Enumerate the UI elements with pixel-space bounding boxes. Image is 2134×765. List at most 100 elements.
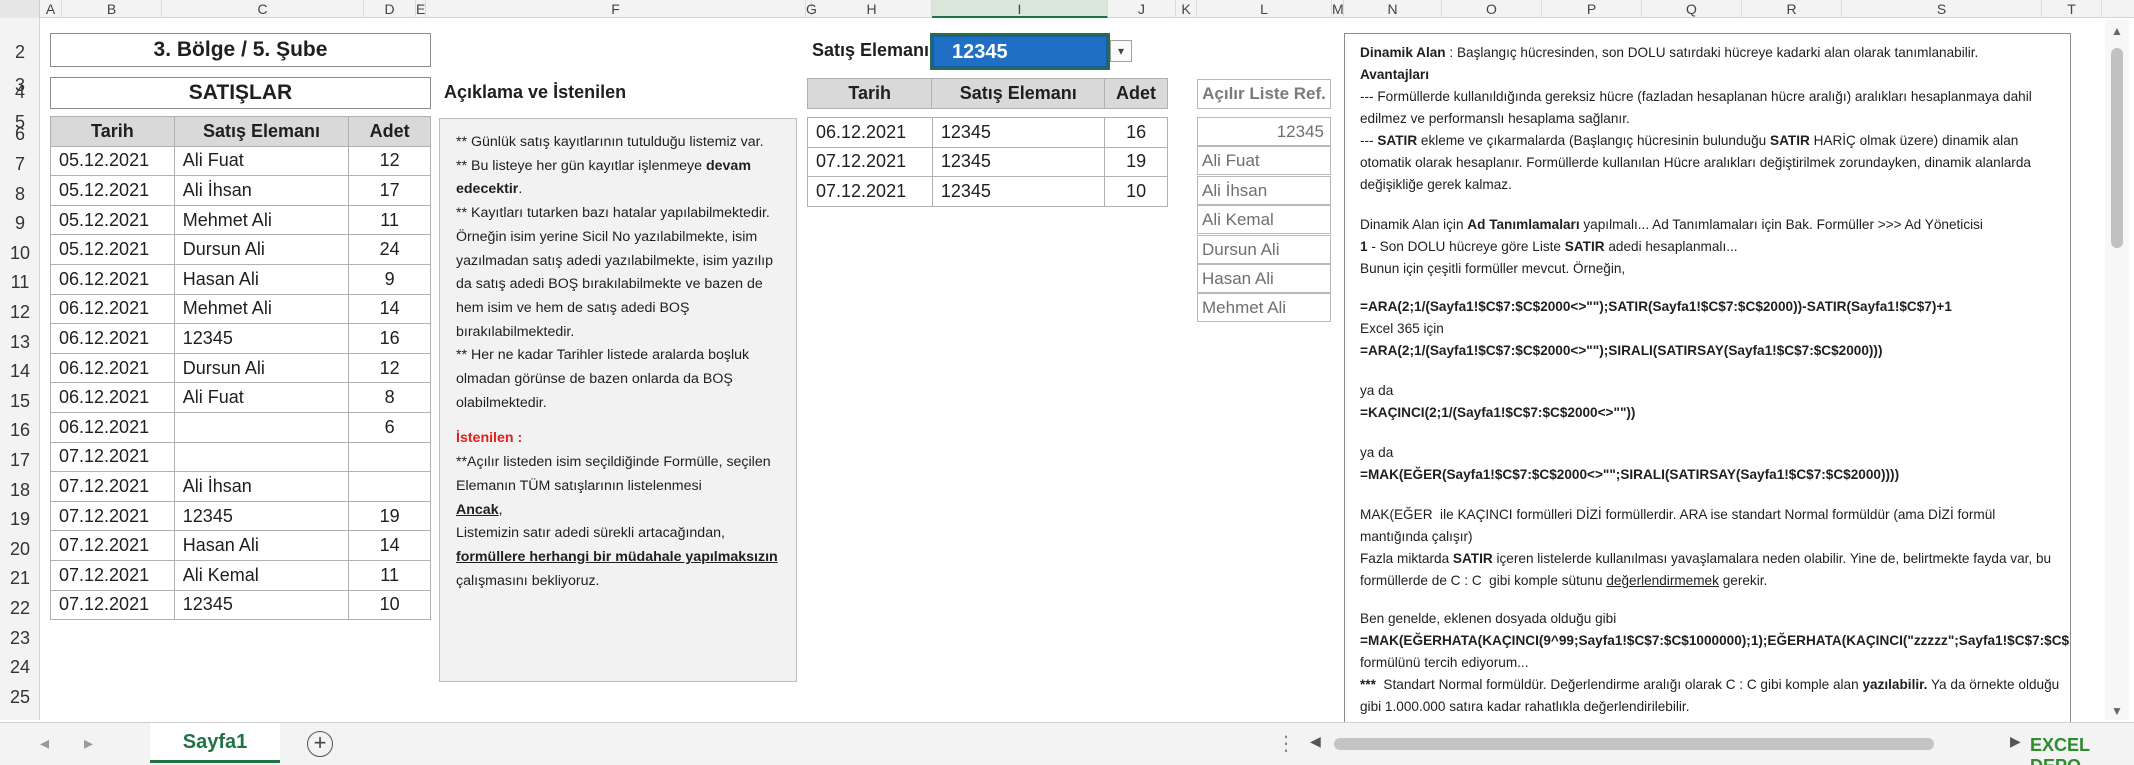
column-header-p[interactable]: P [1542,0,1642,18]
more-options-icon[interactable]: ⋮ [1276,731,1296,756]
list-ref-item[interactable]: Mehmet Ali [1197,293,1331,323]
date-cell[interactable]: 07.12.2021 [50,530,175,561]
column-header-i[interactable]: I [932,0,1108,18]
column-header-a[interactable]: A [40,0,62,18]
row-header-19[interactable]: 19 [0,509,40,530]
date-cell[interactable]: 07.12.2021 [50,500,175,532]
row-header-22[interactable]: 22 [0,598,40,619]
column-header-o[interactable]: O [1442,0,1542,18]
sheet-tab-sayfa1[interactable]: Sayfa1 [150,723,280,763]
dynamic-range-info-box[interactable]: Dinamik Alan : Başlangıç hücresinden, so… [1344,33,2071,723]
quantity-cell[interactable]: 11 [348,204,431,236]
row-header-10[interactable]: 10 [0,243,40,264]
row-header-18[interactable]: 18 [0,480,40,501]
column-header-m[interactable]: M [1332,0,1344,18]
column-header-e[interactable]: E [416,0,426,18]
salesman-cell[interactable]: Ali İhsan [173,471,350,502]
salesman-cell[interactable]: Mehmet Ali [173,204,350,236]
quantity-cell[interactable]: 6 [348,411,431,443]
prev-sheet-icon[interactable]: ◂ [40,733,49,754]
date-cell[interactable]: 05.12.2021 [50,145,175,177]
scroll-up-icon[interactable]: ▲ [2111,24,2123,38]
scroll-down-icon[interactable]: ▼ [2111,704,2123,718]
column-header-d[interactable]: D [364,0,416,18]
date-cell[interactable]: 06.12.2021 [50,411,175,443]
quantity-cell[interactable]: 12 [348,352,431,384]
salesman-cell[interactable]: Ali Kemal [173,559,350,591]
date-cell[interactable]: 05.12.2021 [50,204,175,236]
result-quantity-cell[interactable]: 10 [1104,176,1168,207]
row-header-25[interactable]: 25 [0,687,40,708]
column-header-n[interactable]: N [1344,0,1442,18]
salesman-cell[interactable]: Ali İhsan [173,175,350,206]
column-header-r[interactable]: R [1742,0,1842,18]
date-cell[interactable]: 07.12.2021 [50,441,175,473]
row-header-12[interactable]: 12 [0,302,40,323]
column-header-c[interactable]: C [162,0,364,18]
row-header-21[interactable]: 21 [0,568,40,589]
select-all-corner[interactable] [0,0,40,18]
quantity-cell[interactable]: 14 [348,530,431,561]
list-ref-item[interactable]: Ali İhsan [1197,175,1331,205]
column-header-l[interactable]: L [1197,0,1332,18]
date-cell[interactable]: 06.12.2021 [50,382,175,413]
salesman-cell[interactable]: 12345 [173,323,350,354]
column-header-j[interactable]: J [1108,0,1176,18]
result-date-cell[interactable]: 07.12.2021 [807,176,933,207]
row-header-17[interactable]: 17 [0,450,40,471]
row-header-15[interactable]: 15 [0,391,40,412]
date-cell[interactable]: 07.12.2021 [50,559,175,591]
add-sheet-icon[interactable]: + [307,731,333,757]
vertical-scrollbar[interactable]: ▲ ▼ [2105,20,2129,720]
result-date-cell[interactable]: 06.12.2021 [807,117,933,148]
salesman-cell[interactable]: 12345 [173,500,350,532]
date-cell[interactable]: 07.12.2021 [50,471,175,502]
salesman-cell[interactable]: Dursun Ali [173,234,350,265]
quantity-cell[interactable]: 10 [348,589,431,621]
salesman-cell[interactable]: Ali Fuat [173,145,350,177]
list-ref-item[interactable]: Dursun Ali [1197,234,1331,264]
date-cell[interactable]: 06.12.2021 [50,293,175,325]
column-header-f[interactable]: F [426,0,806,18]
row-header-2[interactable]: 2 [0,42,40,63]
quantity-cell[interactable]: 16 [348,323,431,354]
result-quantity-cell[interactable]: 19 [1104,146,1168,178]
next-sheet-icon[interactable]: ▸ [84,733,93,754]
horizontal-scroll-thumb[interactable] [1334,738,1934,750]
column-header-t[interactable]: T [2042,0,2102,18]
quantity-cell[interactable] [348,441,431,473]
row-header-4[interactable]: 4 [0,82,40,103]
quantity-cell[interactable]: 19 [348,500,431,532]
quantity-cell[interactable]: 24 [348,234,431,265]
salesman-cell[interactable]: Ali Fuat [173,382,350,413]
horizontal-scrollbar[interactable]: ◀ ▶ [1310,733,2040,755]
quantity-cell[interactable] [348,471,431,502]
salesman-cell[interactable]: Mehmet Ali [173,293,350,325]
scroll-left-icon[interactable]: ◀ [1310,733,1321,750]
date-cell[interactable]: 06.12.2021 [50,323,175,354]
row-header-13[interactable]: 13 [0,332,40,353]
list-ref-item[interactable]: Ali Kemal [1197,205,1331,235]
result-quantity-cell[interactable]: 16 [1104,117,1168,148]
result-date-cell[interactable]: 07.12.2021 [807,146,933,178]
column-header-h[interactable]: H [812,0,932,18]
row-header-20[interactable]: 20 [0,539,40,560]
row-header-6[interactable]: 6 [0,124,40,145]
row-header-9[interactable]: 9 [0,213,40,234]
row-header-14[interactable]: 14 [0,361,40,382]
list-ref-item[interactable]: Hasan Ali [1197,264,1331,293]
date-cell[interactable]: 06.12.2021 [50,352,175,384]
column-header-b[interactable]: B [62,0,162,18]
row-header-23[interactable]: 23 [0,628,40,649]
date-cell[interactable]: 07.12.2021 [50,589,175,621]
vertical-scroll-thumb[interactable] [2111,48,2123,248]
column-header-s[interactable]: S [1842,0,2042,18]
salesman-cell[interactable]: Hasan Ali [173,530,350,561]
column-header-k[interactable]: K [1176,0,1197,18]
row-header-7[interactable]: 7 [0,154,40,175]
quantity-cell[interactable]: 14 [348,293,431,325]
quantity-cell[interactable]: 17 [348,175,431,206]
date-cell[interactable]: 06.12.2021 [50,263,175,295]
salesman-cell[interactable]: 12345 [173,589,350,621]
result-salesman-cell[interactable]: 12345 [931,146,1106,178]
